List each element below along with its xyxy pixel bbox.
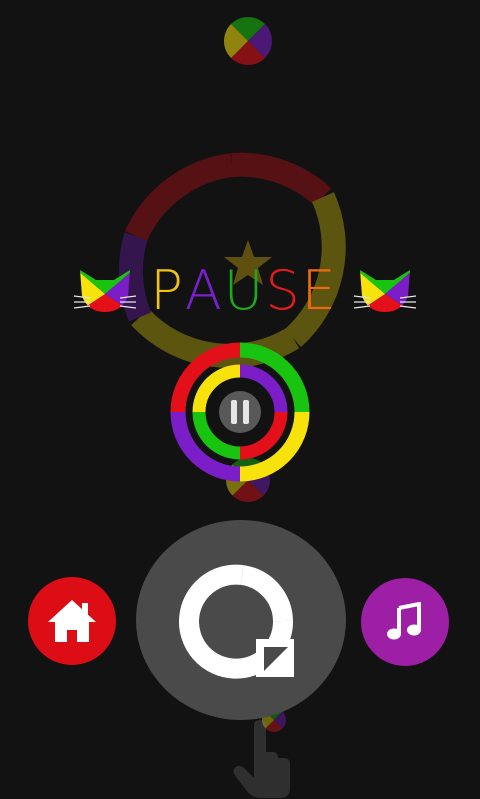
title-letter: P [150,258,185,322]
pause-title: P A U S E [144,258,344,322]
title-letter: E [301,258,338,322]
title-letter: S [265,258,302,322]
cat-face-icon [353,270,417,312]
color-switcher-ball-top [224,17,272,65]
restart-button[interactable] [136,520,346,720]
pointing-hand-icon [233,720,290,798]
title-letter: A [184,258,224,322]
pause-icon [219,391,261,433]
cat-face-icon [73,270,137,312]
music-button[interactable] [361,578,449,666]
restart-icon [179,564,294,679]
home-icon [48,600,96,642]
resume-button[interactable] [170,342,310,482]
home-button[interactable] [28,577,116,665]
music-note-icon [387,602,421,640]
title-letter: U [223,258,266,322]
